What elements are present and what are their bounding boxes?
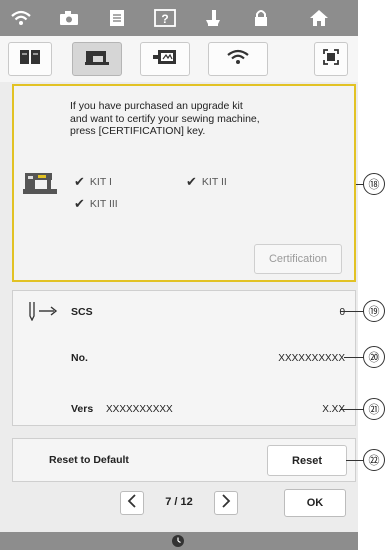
kit-item: ✔ KIT I xyxy=(74,174,112,190)
version-code: XXXXXXXXXX xyxy=(106,404,173,415)
reset-panel: Reset to Default Reset xyxy=(12,438,356,482)
wifi-icon[interactable] xyxy=(6,6,36,30)
top-bar: ? xyxy=(0,0,358,36)
version-label: Vers xyxy=(71,403,94,415)
tab-general[interactable] xyxy=(8,42,52,76)
callout-line xyxy=(340,311,364,312)
tab-embroidery[interactable] xyxy=(140,42,190,76)
callout-22: ㉒ xyxy=(363,449,385,471)
book-icon xyxy=(19,48,41,71)
callout-19: ⑲ xyxy=(363,300,385,322)
serial-number-value: XXXXXXXXXX xyxy=(278,353,345,364)
clock-icon[interactable] xyxy=(171,534,185,550)
checkmark-icon: ✔ xyxy=(186,174,197,189)
reset-to-default-label: Reset to Default xyxy=(49,454,129,466)
kit-label: KIT I xyxy=(89,176,112,188)
reset-button[interactable]: Reset xyxy=(267,445,347,476)
tab-network[interactable] xyxy=(208,42,268,76)
callout-21: ㉑ xyxy=(363,398,385,420)
scs-value: 0 xyxy=(339,307,345,318)
machine-info-panel: SCS 0 No. XXXXXXXXXX Vers XXXXXXXXXX X.X… xyxy=(12,290,356,426)
bottom-bar xyxy=(0,532,358,550)
kit-label: KIT III xyxy=(89,198,118,210)
page-indicator: 7 / 12 xyxy=(165,496,193,508)
sewing-foot-icon[interactable] xyxy=(198,6,228,30)
callout-20: ⑳ xyxy=(363,346,385,368)
chevron-left-icon xyxy=(127,493,137,513)
fullscreen-icon xyxy=(322,48,340,71)
kit-label: KIT II xyxy=(201,176,227,188)
kit-item: ✔ KIT III xyxy=(74,196,118,212)
camera-icon[interactable] xyxy=(54,6,84,30)
callout-18: ⑱ xyxy=(363,173,385,195)
lock-icon[interactable] xyxy=(246,6,276,30)
previous-page-button[interactable] xyxy=(120,491,144,515)
tab-sewing-machine[interactable] xyxy=(72,42,122,76)
callout-line xyxy=(340,409,364,410)
certification-button[interactable]: Certification xyxy=(254,244,342,274)
next-page-button[interactable] xyxy=(214,491,238,515)
fullscreen-button[interactable] xyxy=(314,42,348,76)
sewing-machine-icon xyxy=(22,168,58,201)
document-icon[interactable] xyxy=(102,6,132,30)
help-icon[interactable]: ? xyxy=(150,6,180,30)
certification-panel: If you have purchased an upgrade kit and… xyxy=(12,84,356,282)
callout-line xyxy=(344,357,364,358)
sewing-machine-icon xyxy=(84,48,110,71)
scs-label: SCS xyxy=(71,306,93,318)
certification-message: If you have purchased an upgrade kit and… xyxy=(70,100,350,138)
certification-message-text: If you have purchased an upgrade kit and… xyxy=(70,100,260,137)
kit-item: ✔ KIT II xyxy=(186,174,227,190)
ok-button[interactable]: OK xyxy=(284,489,346,517)
chevron-right-icon xyxy=(221,493,231,513)
wifi-icon xyxy=(226,48,250,71)
callout-line xyxy=(346,460,364,461)
settings-screen: ? If you have purchased an upgrade kit a… xyxy=(0,0,358,550)
needle-icon xyxy=(27,301,59,326)
category-tab-row xyxy=(0,36,358,82)
svg-text:?: ? xyxy=(161,12,168,26)
serial-number-label: No. xyxy=(71,352,88,364)
checkmark-icon: ✔ xyxy=(74,174,85,189)
checkmark-icon: ✔ xyxy=(74,196,85,211)
home-icon[interactable] xyxy=(304,6,334,30)
embroidery-frame-icon xyxy=(152,48,178,71)
